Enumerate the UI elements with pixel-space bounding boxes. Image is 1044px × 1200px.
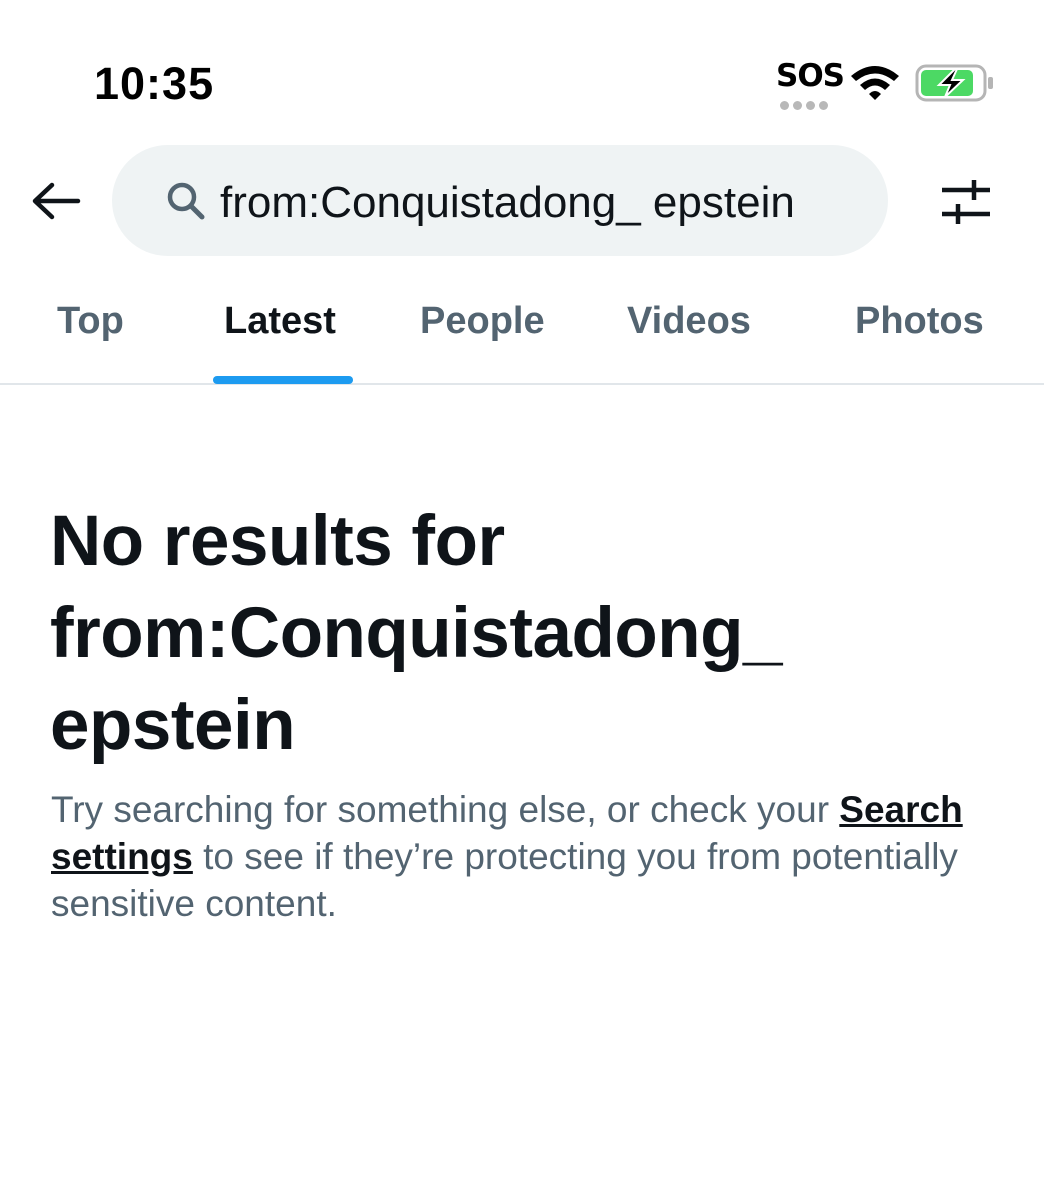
empty-title-line: epstein [50,686,296,765]
search-input[interactable]: from:Conquistadong_ epstein [112,145,888,256]
signal-dots-icon [780,97,832,115]
tab-latest[interactable]: Latest [224,300,336,343]
wifi-icon [851,66,899,100]
empty-state-title: No results for from:Conquistadong_ epste… [50,496,980,772]
status-time: 10:35 [94,58,215,109]
search-icon [167,182,205,220]
empty-title-line: from:Conquistadong_ [50,594,782,673]
tab-bar: Top Latest People Videos Photos [0,280,1044,385]
desc-text-before: Try searching for something else, or che… [51,789,840,830]
filter-settings-icon[interactable] [938,176,994,228]
empty-title-line: No results for [50,502,505,581]
status-bar: 10:35 SOS [0,0,1044,130]
carrier-status: SOS [776,58,845,94]
back-arrow-icon[interactable] [30,180,82,222]
tab-videos[interactable]: Videos [627,300,751,343]
tab-top[interactable]: Top [57,300,124,343]
tab-people[interactable]: People [420,300,545,343]
empty-state-description: Try searching for something else, or che… [51,786,1011,927]
active-tab-indicator [213,376,353,384]
tab-photos[interactable]: Photos [855,300,984,343]
search-header: from:Conquistadong_ epstein [0,140,1044,260]
battery-charging-icon [915,64,993,102]
search-query[interactable]: from:Conquistadong_ epstein [220,178,795,228]
